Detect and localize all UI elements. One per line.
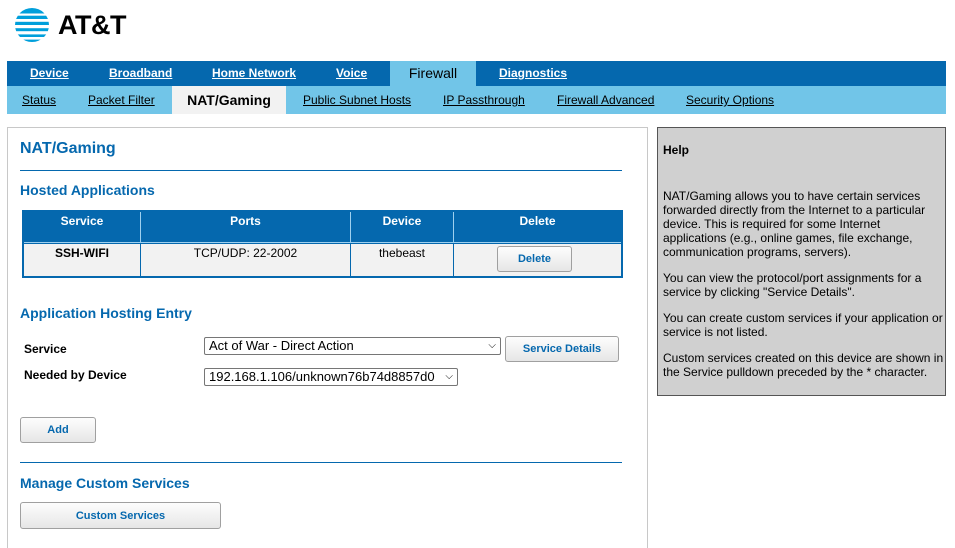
help-paragraph: You can create custom services if your a… (663, 311, 943, 339)
service-select[interactable]: Act of War - Direct Action ⌵ (204, 337, 501, 355)
hosted-applications-table: Service Ports Device Delete SSH-WIFI TCP… (22, 210, 623, 278)
subnav-security-options[interactable]: Security Options (686, 86, 774, 114)
table-cell-ports: TCP/UDP: 22-2002 (141, 244, 351, 276)
brand-name: AT&T (58, 9, 126, 40)
service-details-button[interactable]: Service Details (505, 336, 619, 362)
table-cell-delete: Delete (454, 244, 621, 276)
att-logo: AT&T (14, 7, 126, 43)
needed-by-device-label: Needed by Device (24, 368, 127, 382)
help-paragraph: Custom services created on this device a… (663, 351, 944, 379)
att-globe-icon (14, 8, 50, 42)
add-button[interactable]: Add (20, 417, 96, 443)
subnav-status[interactable]: Status (22, 86, 56, 114)
device-select[interactable]: 192.168.1.106/unknown76b74d8857d0 ⌵ (204, 368, 458, 386)
service-select-value: Act of War - Direct Action (209, 338, 354, 353)
delete-button[interactable]: Delete (497, 246, 572, 272)
help-paragraph: You can view the protocol/port assignmen… (663, 271, 922, 299)
device-select-value: 192.168.1.106/unknown76b74d8857d0 (209, 369, 435, 384)
subnav-public-subnet-hosts[interactable]: Public Subnet Hosts (303, 86, 411, 114)
nav-home-network[interactable]: Home Network (212, 61, 296, 86)
table-header-ports: Ports (141, 212, 351, 243)
table-cell-device: thebeast (351, 244, 454, 276)
subnav-packet-filter[interactable]: Packet Filter (88, 86, 155, 114)
page-title: NAT/Gaming (20, 140, 116, 157)
main-panel: NAT/Gaming Hosted Applications Service P… (7, 127, 648, 548)
chevron-down-icon: ⌵ (488, 340, 496, 351)
table-header-device: Device (351, 212, 454, 243)
primary-nav: Device Broadband Home Network Voice Fire… (7, 61, 946, 86)
table-cell-service: SSH-WIFI (24, 244, 141, 276)
manage-custom-services-heading: Manage Custom Services (20, 475, 190, 491)
secondary-nav: Status Packet Filter NAT/Gaming Public S… (7, 86, 946, 114)
help-paragraph: NAT/Gaming allows you to have certain se… (663, 189, 926, 259)
nav-broadband[interactable]: Broadband (109, 61, 172, 86)
divider (20, 170, 622, 171)
chevron-down-icon: ⌵ (445, 371, 453, 382)
table-header-delete: Delete (454, 212, 621, 243)
help-panel: Help NAT/Gaming allows you to have certa… (657, 127, 946, 396)
subnav-nat-gaming[interactable]: NAT/Gaming (172, 86, 286, 114)
nav-diagnostics[interactable]: Diagnostics (499, 61, 567, 86)
help-title: Help (663, 143, 690, 157)
hosted-applications-heading: Hosted Applications (20, 182, 155, 198)
application-hosting-entry-heading: Application Hosting Entry (20, 305, 192, 321)
subnav-firewall-advanced[interactable]: Firewall Advanced (557, 86, 654, 114)
nav-voice[interactable]: Voice (336, 61, 367, 86)
divider (20, 462, 622, 463)
custom-services-button[interactable]: Custom Services (20, 502, 221, 529)
nav-device[interactable]: Device (30, 61, 69, 86)
service-label: Service (24, 342, 67, 356)
nav-firewall[interactable]: Firewall (390, 61, 476, 86)
subnav-ip-passthrough[interactable]: IP Passthrough (443, 86, 525, 114)
table-header-service: Service (24, 212, 141, 243)
